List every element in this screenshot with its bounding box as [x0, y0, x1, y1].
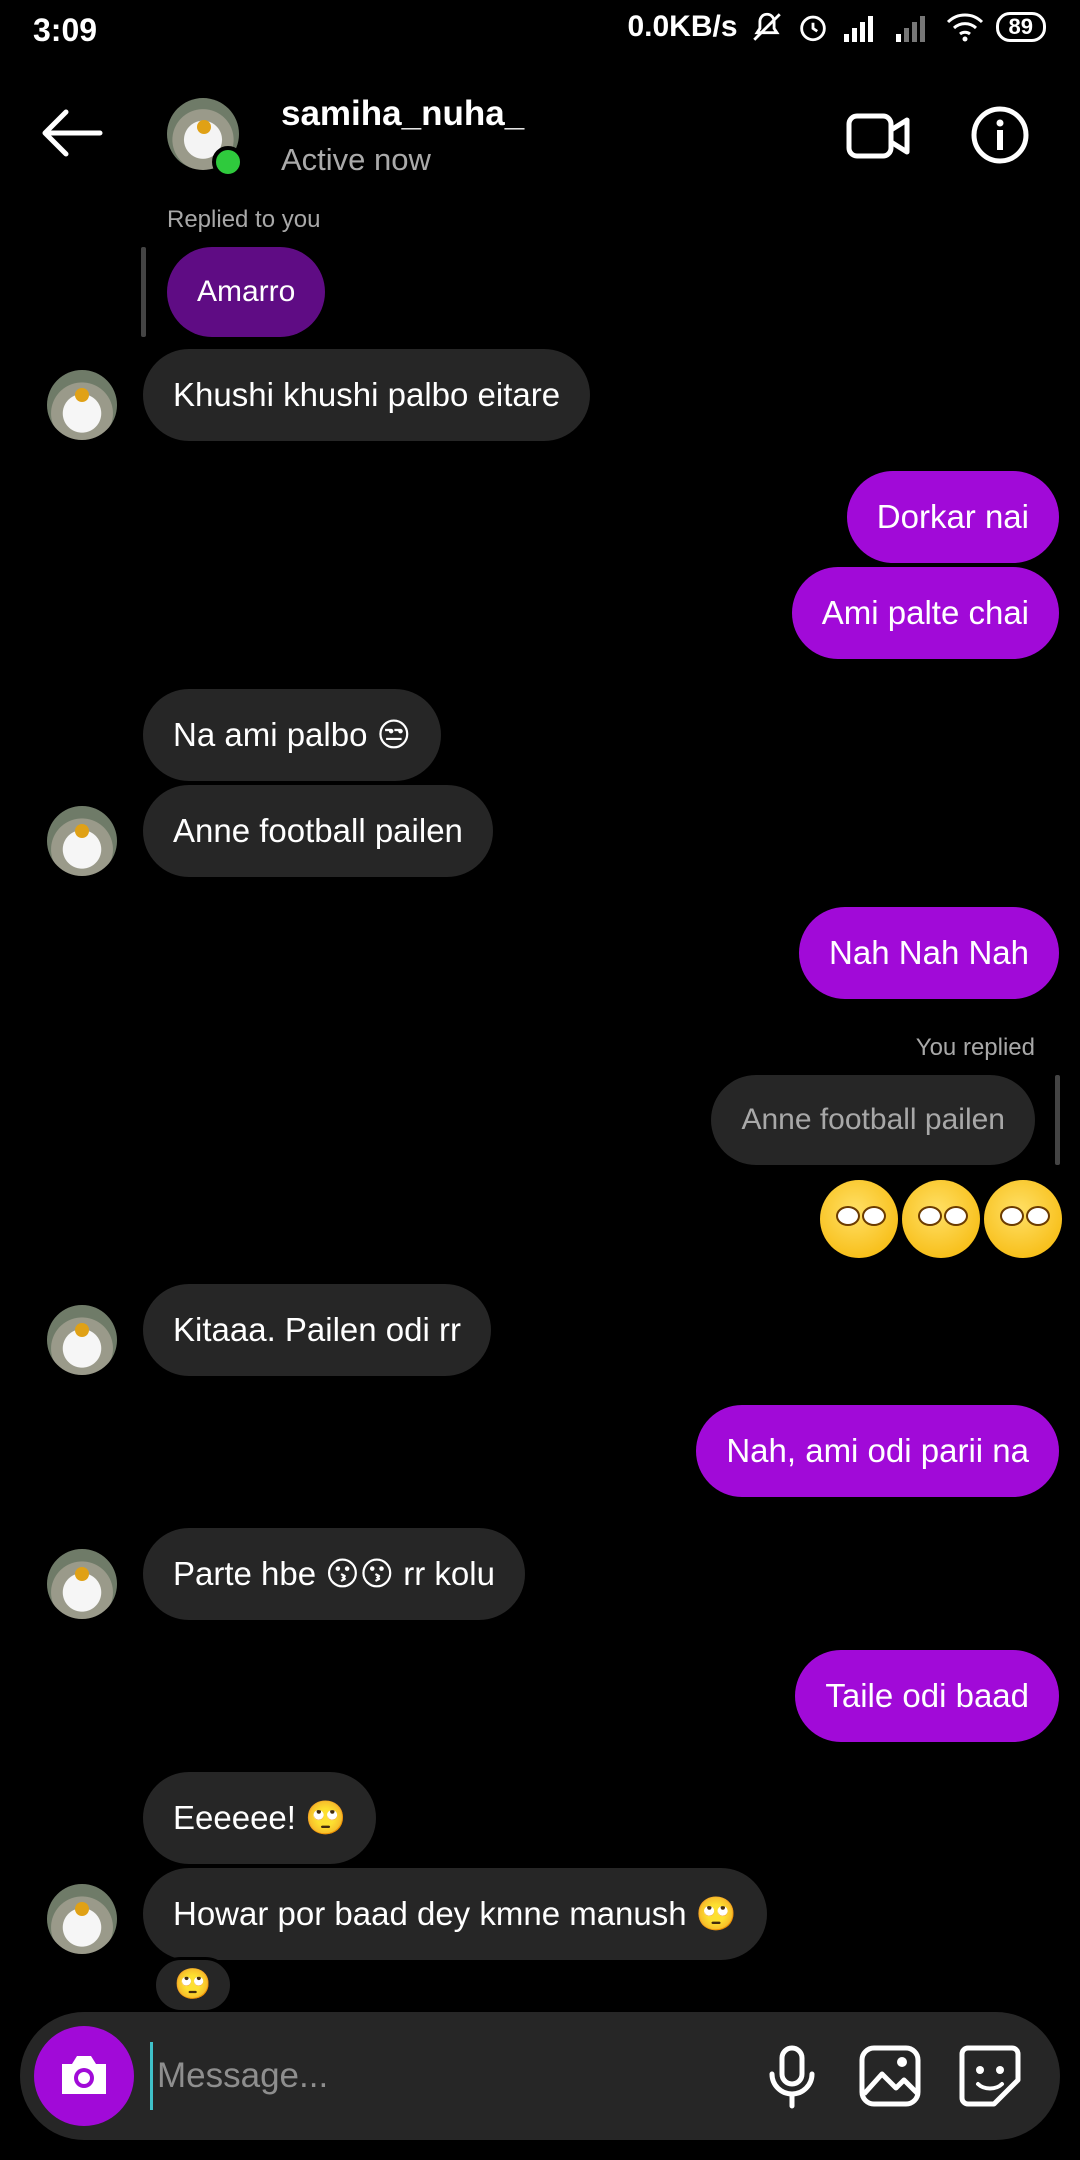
- microphone-icon[interactable]: [758, 2042, 826, 2110]
- reply-quote-line: [1055, 1075, 1060, 1165]
- sender-avatar[interactable]: [47, 806, 117, 876]
- video-call-icon[interactable]: [846, 110, 910, 162]
- online-indicator: [212, 146, 244, 178]
- message-outgoing[interactable]: Nah, ami odi parii na: [696, 1405, 1059, 1497]
- wifi-icon: [946, 13, 983, 42]
- reply-label: Replied to you: [167, 206, 321, 233]
- battery-indicator: 89: [995, 12, 1046, 42]
- camera-button[interactable]: [34, 2026, 134, 2126]
- message-incoming[interactable]: Khushi khushi palbo eitare: [143, 349, 591, 441]
- message-incoming[interactable]: Kitaaa. Pailen odi rr: [143, 1284, 491, 1376]
- status-time: 3:09: [33, 12, 98, 48]
- mute-icon: [752, 12, 781, 41]
- contact-username[interactable]: samiha_nuha_: [281, 94, 524, 134]
- chat-header: samiha_nuha_ Active now: [0, 62, 1080, 212]
- gallery-icon[interactable]: [856, 2042, 924, 2110]
- message-incoming[interactable]: Na ami palbo 😒: [143, 689, 442, 781]
- message-input[interactable]: [150, 2042, 730, 2110]
- woozy-face-icon: [902, 1180, 980, 1258]
- emoji-message[interactable]: [820, 1180, 1062, 1258]
- info-icon[interactable]: [971, 106, 1029, 164]
- status-icons: 0.0KB/s 89: [627, 10, 1046, 44]
- reply-label: You replied: [915, 1034, 1035, 1061]
- net-speed: 0.0KB/s: [627, 10, 738, 43]
- message-composer: [20, 2012, 1060, 2140]
- message-outgoing[interactable]: Taile odi baad: [795, 1650, 1059, 1742]
- message-incoming[interactable]: Howar por baad dey kmne manush 🙄: [143, 1868, 767, 1960]
- woozy-face-icon: [984, 1180, 1062, 1258]
- sender-avatar[interactable]: [47, 370, 117, 440]
- message-reaction[interactable]: 🙄: [153, 1957, 233, 2013]
- reply-quote-line: [141, 247, 146, 337]
- sender-avatar[interactable]: [47, 1305, 117, 1375]
- signal-weak-icon: [895, 16, 925, 42]
- camera-icon: [62, 2056, 106, 2094]
- quoted-message[interactable]: Amarro: [167, 247, 326, 337]
- message-outgoing[interactable]: Ami palte chai: [791, 567, 1059, 659]
- quoted-message[interactable]: Anne football pailen: [711, 1075, 1035, 1165]
- woozy-face-icon: [820, 1180, 898, 1258]
- sticker-icon[interactable]: [956, 2042, 1024, 2110]
- message-outgoing[interactable]: Nah Nah Nah: [799, 907, 1059, 999]
- contact-status: Active now: [281, 142, 431, 177]
- message-incoming[interactable]: Anne football pailen: [143, 785, 493, 877]
- sender-avatar[interactable]: [47, 1549, 117, 1619]
- sender-avatar[interactable]: [47, 1884, 117, 1954]
- back-arrow-icon[interactable]: [40, 108, 104, 158]
- message-incoming[interactable]: Eeeeee! 🙄: [143, 1772, 377, 1864]
- message-incoming[interactable]: Parte hbe 😗😗 rr kolu: [143, 1528, 525, 1620]
- signal-icon: [843, 16, 873, 42]
- status-bar: 3:09 0.0KB/s 89: [0, 0, 1080, 62]
- message-outgoing[interactable]: Dorkar nai: [846, 471, 1059, 563]
- alarm-icon: [799, 15, 826, 42]
